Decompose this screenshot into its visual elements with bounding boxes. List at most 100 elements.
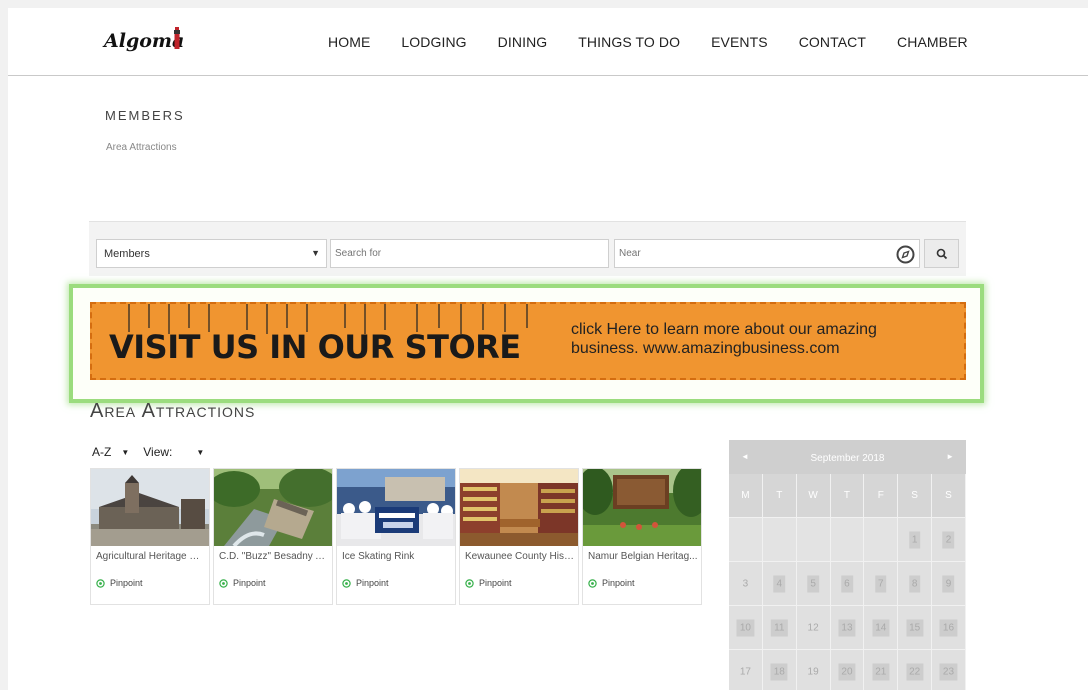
nav-chamber[interactable]: CHAMBER xyxy=(897,34,968,50)
calendar-weekday: M xyxy=(729,474,763,518)
calendar-day[interactable]: 5 xyxy=(796,562,831,606)
banner-description: click Here to learn more about our amazi… xyxy=(571,320,951,358)
attraction-photo xyxy=(583,469,701,546)
calendar-weekday: S xyxy=(898,474,933,518)
calendar-weekday: T xyxy=(762,474,797,518)
locate-button[interactable] xyxy=(892,239,920,268)
calendar-day-number: 16 xyxy=(939,619,958,636)
attraction-name: Agricultural Heritage Ce... xyxy=(96,551,206,562)
attraction-photo xyxy=(214,469,332,546)
calendar-day[interactable]: 14 xyxy=(864,606,899,650)
calendar-grid: MTWTFSS 1 2 3 4 5 6 7 8 9 10 11 12 13 14 15 16 17 18 19 20 2… xyxy=(729,474,966,690)
calendar-day-number: 22 xyxy=(906,663,924,680)
main-nav: HOME LODGING DINING THINGS TO DO EVENTS … xyxy=(328,34,999,50)
pinpoint-link[interactable]: Pinpoint xyxy=(96,578,143,588)
calendar-day[interactable]: 20 xyxy=(830,650,865,690)
calendar-day[interactable]: 10 xyxy=(729,606,763,650)
calendar-day-number: 9 xyxy=(942,575,955,592)
attraction-card[interactable]: Ice Skating Rink Pinpoint xyxy=(336,468,456,605)
category-select[interactable]: Members ▼ xyxy=(96,239,327,268)
calendar-day[interactable]: 3 xyxy=(729,562,763,606)
calendar-weekday: T xyxy=(830,474,865,518)
map-pin-icon xyxy=(342,578,351,588)
view-dropdown[interactable]: View: ▼ xyxy=(143,445,204,459)
attraction-card[interactable]: Agricultural Heritage Ce... Pinpoint xyxy=(90,468,210,605)
calendar-day[interactable]: 8 xyxy=(898,562,933,606)
calendar-day-number: 8 xyxy=(908,575,921,592)
calendar-weekday: W xyxy=(796,474,831,518)
nav-home[interactable]: HOME xyxy=(328,34,370,50)
attraction-name: Kewaunee County Histo... xyxy=(465,551,575,562)
calendar-empty-cell xyxy=(729,518,763,562)
attraction-card[interactable]: Kewaunee County Histo... Pinpoint xyxy=(459,468,579,605)
calendar-day[interactable]: 2 xyxy=(932,518,966,562)
nav-lodging[interactable]: LODGING xyxy=(401,34,466,50)
attraction-photo xyxy=(337,469,455,546)
breadcrumb[interactable]: Area Attractions xyxy=(106,142,177,153)
map-pin-icon xyxy=(96,578,105,588)
search-icon xyxy=(936,248,948,260)
caret-down-icon: ▼ xyxy=(121,448,130,457)
attraction-name: Ice Skating Rink xyxy=(342,551,415,562)
calendar-day[interactable]: 13 xyxy=(830,606,865,650)
caret-down-icon: ▼ xyxy=(311,248,320,258)
calendar-day[interactable]: 17 xyxy=(729,650,763,690)
map-pin-icon xyxy=(219,578,228,588)
calendar-day[interactable]: 19 xyxy=(796,650,831,690)
calendar-day[interactable]: 7 xyxy=(864,562,899,606)
section-title: Area Attractions xyxy=(90,400,256,422)
calendar-day[interactable]: 1 xyxy=(898,518,933,562)
calendar-day[interactable]: 6 xyxy=(830,562,865,606)
calendar-day-number: 11 xyxy=(771,619,788,636)
calendar-day[interactable]: 9 xyxy=(932,562,966,606)
calendar-day-number: 19 xyxy=(807,666,819,677)
calendar-empty-cell xyxy=(830,518,865,562)
calendar-day-number: 6 xyxy=(841,575,853,592)
near-input[interactable] xyxy=(614,239,893,268)
attraction-card[interactable]: C.D. "Buzz" Besadny An... Pinpoint xyxy=(213,468,333,605)
sort-dropdown[interactable]: A-Z ▼ xyxy=(92,445,129,459)
calendar-empty-cell xyxy=(796,518,831,562)
nav-contact[interactable]: CONTACT xyxy=(799,34,866,50)
calendar-day[interactable]: 12 xyxy=(796,606,831,650)
search-input[interactable] xyxy=(330,239,609,268)
calendar-day[interactable]: 23 xyxy=(932,650,966,690)
calendar-day[interactable]: 21 xyxy=(864,650,899,690)
calendar-week: 12 xyxy=(729,518,966,562)
banner-text-line-2: business. www.amazingbusiness.com xyxy=(571,340,840,357)
banner-text-line-1: click Here to learn more about our amazi… xyxy=(571,321,877,338)
map-pin-icon xyxy=(588,578,597,588)
calendar-day-number: 12 xyxy=(807,622,819,633)
nav-events[interactable]: EVENTS xyxy=(711,34,768,50)
pinpoint-link[interactable]: Pinpoint xyxy=(219,578,266,588)
calendar-day-number: 23 xyxy=(939,663,958,680)
calendar-day[interactable]: 16 xyxy=(932,606,966,650)
pinpoint-link[interactable]: Pinpoint xyxy=(342,578,389,588)
calendar-day-number: 14 xyxy=(872,619,890,636)
pinpoint-link[interactable]: Pinpoint xyxy=(465,578,512,588)
calendar-day[interactable]: 18 xyxy=(762,650,797,690)
calendar-day[interactable]: 22 xyxy=(898,650,933,690)
map-pin-icon xyxy=(465,578,474,588)
calendar-day-number: 3 xyxy=(742,578,749,589)
calendar-day[interactable]: 4 xyxy=(762,562,797,606)
calendar-day[interactable]: 11 xyxy=(762,606,797,650)
nav-dining[interactable]: DINING xyxy=(498,34,548,50)
pinpoint-link[interactable]: Pinpoint xyxy=(588,578,635,588)
search-button[interactable] xyxy=(924,239,959,268)
lighthouse-icon xyxy=(174,27,180,49)
category-select-value: Members xyxy=(104,248,150,260)
page-title: MEMBERS xyxy=(105,108,185,123)
calendar-day-number: 7 xyxy=(875,575,887,592)
calendar-weekday: F xyxy=(864,474,899,518)
attraction-photo xyxy=(91,469,209,546)
attraction-name: C.D. "Buzz" Besadny An... xyxy=(219,551,329,562)
events-calendar: ◄ September 2018 ► MTWTFSS 1 2 3 4 5 6 7 8 9 10 11… xyxy=(729,440,966,690)
calendar-week: 10 11 12 13 14 15 16 xyxy=(729,606,966,650)
calendar-next-icon[interactable]: ► xyxy=(946,452,954,461)
store-ad-banner[interactable]: VISIT US IN OUR STORE click Here to lear… xyxy=(90,302,966,380)
nav-things-to-do[interactable]: THINGS TO DO xyxy=(578,34,680,50)
calendar-day[interactable]: 15 xyxy=(898,606,933,650)
calendar-day-number: 20 xyxy=(838,663,856,680)
attraction-card[interactable]: Namur Belgian Heritag... Pinpoint xyxy=(582,468,702,605)
